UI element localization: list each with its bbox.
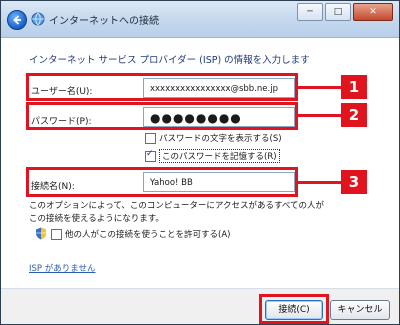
back-arrow-icon [13,15,21,25]
connect-to-internet-window: インターネットへの接続 ─ □ ✕ インターネット サービス プロバイダー (I… [0,0,400,325]
no-isp-link[interactable]: ISP がありません [29,262,95,274]
show-password-label: パスワードの文字を表示する(S) [159,134,282,144]
show-password-row: パスワードの文字を表示する(S) [145,132,282,144]
highlight-connection-name [26,167,298,197]
connector-1 [297,86,341,89]
page-heading: インターネット サービス プロバイダー (ISP) の情報を入力します [29,55,310,66]
maximize-icon: □ [333,7,343,17]
back-button[interactable] [7,10,27,30]
uac-shield-icon [36,227,46,240]
highlight-password [26,102,298,130]
allow-others-label: 他の人がこの接続を使うことを許可する(A) [65,230,231,240]
remember-password-label: このパスワードを記憶する(R) [159,149,280,163]
cancel-button[interactable]: キャンセル [330,300,390,320]
highlight-connect-button [259,294,329,324]
network-globe-icon [31,12,45,26]
allow-others-row: 他の人がこの接続を使うことを許可する(A) [51,228,230,240]
connector-2 [297,114,341,117]
button-bar: 接続(C) キャンセル [1,288,399,324]
minimize-button[interactable]: ─ [297,3,323,21]
remember-password-row: このパスワードを記憶する(R) [145,149,280,163]
maximize-button[interactable]: □ [325,3,351,21]
badge-2: 2 [341,103,367,127]
window-title: インターネットへの接続 [49,16,159,27]
shared-connection-note: このオプションによって、このコンピューターにアクセスがあるすべての人がこの接続を… [29,201,325,224]
badge-1: 1 [341,75,367,99]
title-bar: インターネットへの接続 ─ □ ✕ [1,1,399,38]
badge-3: 3 [341,170,367,194]
minimize-icon: ─ [307,7,313,17]
close-button[interactable]: ✕ [353,3,393,21]
allow-others-checkbox[interactable] [51,228,62,240]
connector-3 [297,181,341,184]
caption-buttons: ─ □ ✕ [297,3,393,21]
show-password-checkbox[interactable] [145,132,156,144]
highlight-username [26,73,298,101]
close-icon: ✕ [369,7,377,17]
remember-password-checkbox[interactable] [145,149,156,162]
